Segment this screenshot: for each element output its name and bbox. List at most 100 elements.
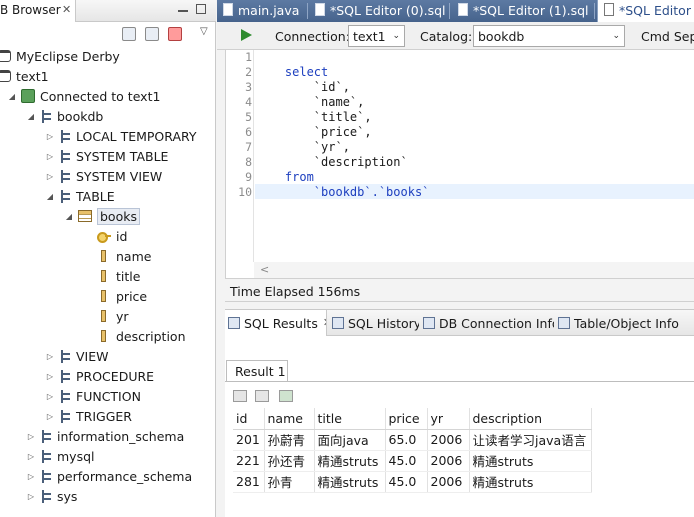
collapsed-icon[interactable]: ▷ — [45, 372, 55, 381]
table-cell[interactable]: 精通struts — [314, 450, 386, 472]
editor-tab-3[interactable]: *SQL Editor (2 — [597, 0, 694, 22]
view-tab-2[interactable]: DB Connection Info — [420, 310, 554, 336]
tree-item-books[interactable]: ◢ books — [64, 206, 140, 226]
table-row[interactable]: 221 孙还青 精通struts 45.0 2006 精通struts — [233, 450, 592, 472]
table-cell[interactable]: 45.0 — [385, 471, 428, 493]
table-cell[interactable]: 2006 — [427, 429, 470, 451]
table-cell[interactable]: 45.0 — [385, 450, 428, 472]
tree-item-function[interactable]: ▷ FUNCTION — [45, 386, 141, 406]
collapsed-icon[interactable]: ▷ — [45, 152, 55, 161]
column-header-description[interactable]: description — [469, 408, 592, 430]
table-cell[interactable]: 65.0 — [385, 429, 428, 451]
tab-separator — [594, 3, 595, 19]
view-tab-1[interactable]: SQL History — [329, 310, 419, 336]
collapsed-icon[interactable]: ▷ — [45, 132, 55, 141]
tree-item-local-temporary[interactable]: ▷ LOCAL TEMPORARY — [45, 126, 197, 146]
table-cell[interactable]: 面向java — [314, 429, 386, 451]
table-cell[interactable]: 281 — [233, 471, 265, 493]
tree-item-system-view[interactable]: ▷ SYSTEM VIEW — [45, 166, 162, 186]
results-grid[interactable]: id name title price yr description 201 孙蔚青 面向ja… — [233, 408, 592, 493]
export-icon[interactable] — [233, 390, 247, 402]
scroll-left-icon[interactable]: < — [260, 263, 269, 276]
collapse-all-icon[interactable] — [122, 27, 136, 41]
expanded-icon[interactable]: ◢ — [64, 212, 74, 221]
tree-item-title[interactable]: title — [83, 266, 140, 286]
schema-icon — [40, 429, 52, 443]
column-header-yr[interactable]: yr — [427, 408, 470, 430]
table-cell[interactable]: 2006 — [427, 450, 470, 472]
collapsed-icon[interactable]: ▷ — [26, 452, 36, 461]
edit-icon[interactable] — [279, 390, 293, 402]
view-tab-3[interactable]: Table/Object Info — [555, 310, 685, 336]
tree-item-yr[interactable]: yr — [83, 306, 129, 326]
tree-item-id[interactable]: id — [83, 226, 127, 246]
minimize-icon[interactable] — [178, 4, 188, 12]
tree-item-view[interactable]: ▷ VIEW — [45, 346, 109, 366]
tree-item-text1[interactable]: text1 — [0, 66, 49, 86]
tree-item-connected-to-text1[interactable]: ◢ Connected to text1 — [7, 86, 161, 106]
collapsed-icon[interactable]: ▷ — [45, 412, 55, 421]
result-1-tab[interactable]: Result 1 — [226, 360, 288, 382]
horizontal-scrollbar[interactable]: < — [254, 262, 694, 278]
tree-item-label: LOCAL TEMPORARY — [76, 128, 197, 144]
tree-item-procedure[interactable]: ▷ PROCEDURE — [45, 366, 154, 386]
collapsed-icon[interactable]: ▷ — [26, 432, 36, 441]
table-cell[interactable]: 221 — [233, 450, 265, 472]
table-cell[interactable]: 201 — [233, 429, 265, 451]
table-cell[interactable]: 孙还青 — [264, 450, 315, 472]
close-icon[interactable]: ✕ — [62, 3, 71, 16]
tree-item-mysql[interactable]: ▷ mysql — [26, 446, 95, 466]
table-cell[interactable]: 孙蔚青 — [264, 429, 315, 451]
column-header-price[interactable]: price — [385, 408, 428, 430]
collapsed-icon[interactable]: ▷ — [45, 392, 55, 401]
tree-item-performance-schema[interactable]: ▷ performance_schema — [26, 466, 192, 486]
column-header-title[interactable]: title — [314, 408, 386, 430]
table-cell[interactable]: 精通struts — [314, 471, 386, 493]
disconnect-icon[interactable] — [168, 27, 182, 41]
expanded-icon[interactable]: ◢ — [7, 92, 17, 101]
tree-item-myeclipse-derby[interactable]: MyEclipse Derby — [0, 46, 120, 66]
collapsed-icon[interactable]: ▷ — [26, 472, 36, 481]
run-icon[interactable] — [241, 29, 252, 41]
tree-item-label: PROCEDURE — [76, 368, 155, 384]
connection-select[interactable]: text1 ⌄ — [348, 25, 405, 47]
refresh-icon[interactable] — [145, 27, 159, 41]
editor-tab-2[interactable]: *SQL Editor (1).sql — [452, 0, 594, 22]
db-browser-tab[interactable]: B Browser ✕ — [0, 0, 76, 22]
maximize-icon[interactable] — [196, 4, 206, 14]
tree-item-label: bookdb — [57, 108, 104, 124]
tree-item-description[interactable]: description — [83, 326, 186, 346]
table-row[interactable]: 281 孙青 精通struts 45.0 2006 精通struts — [233, 471, 592, 493]
schema-icon — [59, 169, 71, 183]
view-tab-0[interactable]: SQL Results ✕ — [225, 310, 327, 336]
elapsed-status: Time Elapsed 156ms — [225, 278, 694, 302]
table-cell[interactable]: 精通struts — [469, 471, 592, 493]
tree-item-sys[interactable]: ▷ sys — [26, 486, 78, 506]
table-cell[interactable]: 孙青 — [264, 471, 315, 493]
collapsed-icon[interactable]: ▷ — [45, 352, 55, 361]
view-menu-icon[interactable]: ▽ — [200, 26, 208, 37]
collapsed-icon[interactable]: ▷ — [45, 172, 55, 181]
table-cell[interactable]: 2006 — [427, 471, 470, 493]
close-icon[interactable]: ✕ — [323, 316, 326, 329]
tree-item-table[interactable]: ◢ TABLE — [45, 186, 115, 206]
editor-tab-0[interactable]: main.java — [217, 0, 307, 22]
column-header-name[interactable]: name — [264, 408, 315, 430]
expanded-icon[interactable]: ◢ — [45, 192, 55, 201]
tree-item-system-table[interactable]: ▷ SYSTEM TABLE — [45, 146, 169, 166]
tree-item-bookdb[interactable]: ◢ bookdb — [26, 106, 103, 126]
editor-tab-1[interactable]: *SQL Editor (0).sql — [309, 0, 449, 22]
table-row[interactable]: 201 孙蔚青 面向java 65.0 2006 让读者学习java语言 — [233, 429, 592, 451]
expanded-icon[interactable]: ◢ — [26, 112, 36, 121]
tree-item-name[interactable]: name — [83, 246, 151, 266]
collapsed-icon[interactable]: ▷ — [26, 492, 36, 501]
tree-item-price[interactable]: price — [83, 286, 147, 306]
tree-item-trigger[interactable]: ▷ TRIGGER — [45, 406, 132, 426]
column-header-id[interactable]: id — [233, 408, 265, 430]
catalog-select[interactable]: bookdb ⌄ — [473, 25, 625, 47]
copy-icon[interactable] — [255, 390, 269, 402]
table-cell[interactable]: 精通struts — [469, 450, 592, 472]
tree-item-information-schema[interactable]: ▷ information_schema — [26, 426, 184, 446]
table-cell[interactable]: 让读者学习java语言 — [469, 429, 592, 451]
sql-editor[interactable]: 1 2 3 4 5 6 7 8 9 10 select `id`, `name`, `title`… — [225, 50, 694, 278]
